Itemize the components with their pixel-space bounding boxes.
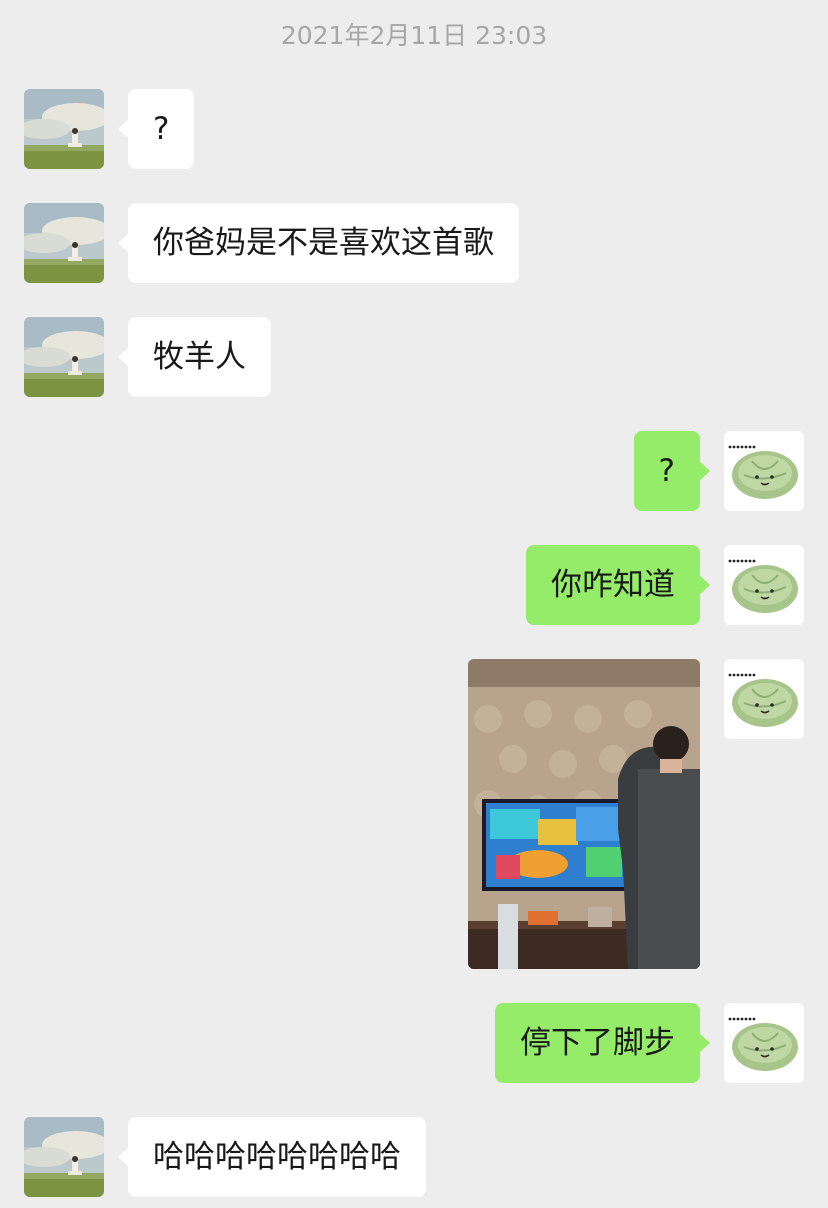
cabbage-avatar-icon xyxy=(724,659,804,739)
cabbage-avatar-icon xyxy=(724,545,804,625)
outgoing-message[interactable]: ? xyxy=(633,431,711,511)
cabbage-avatar-icon xyxy=(724,431,804,511)
outgoing-message[interactable]: 你咋知道 xyxy=(526,545,710,625)
self-avatar[interactable] xyxy=(724,545,804,625)
landscape-avatar-icon xyxy=(24,1117,104,1197)
incoming-message[interactable]: 哈哈哈哈哈哈哈哈 xyxy=(118,1117,426,1197)
landscape-avatar-icon xyxy=(24,317,104,397)
contact-avatar[interactable] xyxy=(24,89,104,169)
incoming-message[interactable]: 牧羊人 xyxy=(118,317,271,397)
contact-avatar[interactable] xyxy=(24,1117,104,1197)
message-timestamp: 2021年2月11日 23:03 xyxy=(280,21,548,50)
cabbage-avatar-icon xyxy=(724,1003,804,1083)
landscape-avatar-icon xyxy=(24,89,104,169)
contact-avatar[interactable] xyxy=(24,203,104,283)
landscape-avatar-icon xyxy=(24,203,104,283)
outgoing-message[interactable]: 停下了脚步 xyxy=(495,1003,710,1083)
chat-area[interactable]: 2021年2月11日 23:03 ? 你爸妈是不是喜欢这首歌 牧羊人 ? 你咋知… xyxy=(0,0,828,1208)
contact-avatar[interactable] xyxy=(24,317,104,397)
self-avatar[interactable] xyxy=(724,659,804,739)
incoming-message[interactable]: 你爸妈是不是喜欢这首歌 xyxy=(118,203,519,283)
self-avatar[interactable] xyxy=(724,1003,804,1083)
photo-living-room-tv xyxy=(468,659,700,969)
incoming-message[interactable]: ? xyxy=(117,89,195,169)
image-message[interactable] xyxy=(468,659,700,969)
self-avatar[interactable] xyxy=(724,431,804,511)
